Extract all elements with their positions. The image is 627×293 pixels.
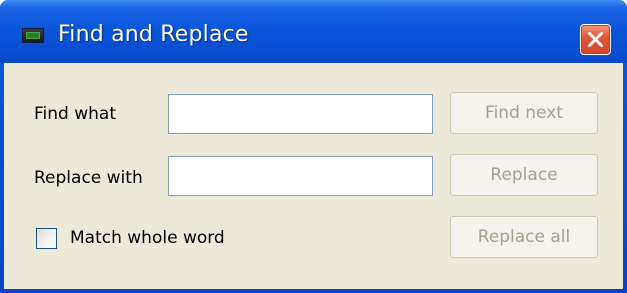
find-what-input[interactable] [168,94,433,134]
title-bar[interactable]: Find and Replace [0,0,627,63]
dialog-body: Find what Find next Replace with Replace… [4,63,623,289]
find-what-label: Find what [34,104,116,124]
replace-button[interactable]: Replace [450,154,598,196]
replace-all-button[interactable]: Replace all [450,216,598,258]
close-button[interactable] [580,24,611,55]
replace-with-label: Replace with [34,168,143,188]
terminal-app-icon [22,28,44,43]
find-next-button[interactable]: Find next [450,92,598,134]
find-replace-dialog: Find and Replace Find what Find next Rep… [0,0,627,293]
replace-with-input[interactable] [168,156,433,196]
close-icon [588,32,603,47]
window-title: Find and Replace [58,22,249,47]
match-whole-word-checkbox[interactable] [36,228,57,249]
match-whole-word-label[interactable]: Match whole word [70,228,225,248]
